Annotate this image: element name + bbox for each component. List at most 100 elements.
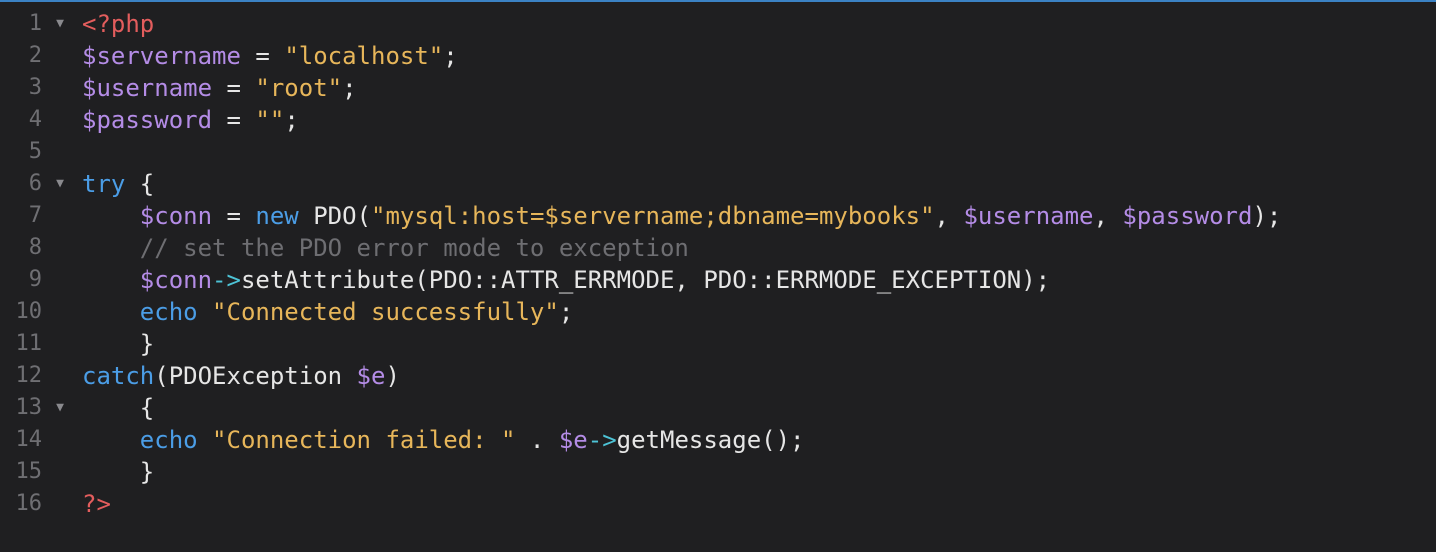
code-token: new	[255, 202, 299, 230]
code-text: $username = "root";	[82, 72, 357, 104]
code-token: ,	[934, 202, 964, 230]
line-number: 14	[15, 427, 43, 452]
code-token: (PDOException	[154, 362, 357, 390]
code-token: ?>	[82, 490, 111, 518]
line-number: 3	[28, 75, 42, 100]
fold-triangle-icon[interactable]: ▼	[52, 392, 68, 424]
code-line[interactable]: 14 echo "Connection failed: " . $e->getM…	[0, 424, 1436, 456]
code-token: "Connection failed: "	[212, 426, 516, 454]
code-token: setAttribute(PDO::ATTR_ERRMODE, PDO::ERR…	[240, 266, 1051, 294]
code-line[interactable]: 3 $username = "root";	[0, 72, 1436, 104]
code-line[interactable]: 11 }	[0, 328, 1436, 360]
code-line[interactable]: 7 $conn = new PDO("mysql:host=$servernam…	[0, 200, 1436, 232]
code-token: ;	[342, 74, 357, 102]
line-number: 15	[15, 459, 43, 484]
code-token: "root"	[255, 74, 343, 102]
code-token: $e	[356, 362, 386, 390]
code-token: ->	[212, 266, 241, 294]
fold-triangle-icon[interactable]: ▼	[52, 8, 68, 40]
code-token: $servername	[82, 42, 241, 70]
line-number: 7	[28, 203, 42, 228]
code-token: <?php	[82, 10, 155, 38]
code-token: =	[212, 74, 256, 102]
code-token: "mysql:host=$servername;dbname=mybooks"	[371, 202, 935, 230]
code-line[interactable]: 1 ▼ <?php	[0, 8, 1436, 40]
code-line[interactable]: 9 $conn->setAttribute(PDO::ATTR_ERRMODE,…	[0, 264, 1436, 296]
line-number: 10	[15, 299, 43, 324]
code-text: echo "Connection failed: " . $e->getMess…	[82, 424, 805, 456]
code-line[interactable]: 8 // set the PDO error mode to exception	[0, 232, 1436, 264]
code-line[interactable]: 6 ▼ try {	[0, 168, 1436, 200]
code-token: $e	[558, 426, 588, 454]
code-token: $username	[963, 202, 1094, 230]
code-token: $conn	[139, 266, 213, 294]
code-line[interactable]: 10 echo "Connected successfully";	[0, 296, 1436, 328]
code-line[interactable]: 13 ▼ {	[0, 392, 1436, 424]
code-text: <?php	[82, 8, 154, 40]
line-number: 16	[15, 491, 43, 516]
code-token: echo	[139, 426, 198, 454]
code-line[interactable]: 2 $servername = "localhost";	[0, 40, 1436, 72]
code-text: echo "Connected successfully";	[82, 296, 573, 328]
line-number: 13	[15, 395, 43, 420]
code-token: ;	[558, 298, 574, 326]
code-text: $servername = "localhost";	[82, 40, 458, 72]
code-token: ,	[1093, 202, 1123, 230]
code-token: ->	[587, 426, 617, 454]
line-number: 2	[28, 43, 42, 68]
code-token: )	[385, 362, 400, 390]
code-editor[interactable]: 1 ▼ <?php 2 $servername = "localhost"; 3 $user…	[0, 0, 1436, 552]
code-token: PDO(	[298, 202, 372, 230]
code-text: $conn->setAttribute(PDO::ATTR_ERRMODE, P…	[82, 264, 1050, 296]
code-token: getMessage();	[616, 426, 805, 454]
code-token: $username	[82, 74, 213, 102]
code-token: $conn	[139, 202, 213, 230]
code-line[interactable]: 16 ?>	[0, 488, 1436, 520]
code-token: );	[1252, 202, 1282, 230]
code-text: catch(PDOException $e)	[82, 360, 400, 392]
code-text: // set the PDO error mode to exception	[82, 232, 689, 264]
code-token: =	[212, 106, 256, 134]
line-number: 6	[28, 171, 42, 196]
code-token: .	[515, 426, 559, 454]
code-line[interactable]: 15 }	[0, 456, 1436, 488]
code-token: "Connected successfully"	[212, 298, 559, 326]
fold-triangle-icon[interactable]: ▼	[52, 168, 68, 200]
code-token: "localhost"	[284, 42, 444, 70]
line-number: 1	[28, 11, 42, 36]
code-lines[interactable]: 1 ▼ <?php 2 $servername = "localhost"; 3 $user…	[0, 8, 1436, 520]
code-text: $conn = new PDO("mysql:host=$servername;…	[82, 200, 1282, 232]
code-line[interactable]: 4 $password = "";	[0, 104, 1436, 136]
line-number: 9	[28, 267, 42, 292]
code-text: }	[82, 328, 154, 360]
line-number: 5	[28, 139, 42, 164]
line-number: 11	[15, 331, 43, 356]
code-token: // set the PDO error mode to exception	[139, 234, 689, 262]
code-text: }	[82, 456, 154, 488]
code-text: ?>	[82, 488, 111, 520]
code-token: $password	[1122, 202, 1253, 230]
code-token: ""	[255, 106, 285, 134]
code-token: echo	[139, 298, 198, 326]
code-text: try {	[82, 168, 154, 200]
code-text: $password = "";	[82, 104, 299, 136]
code-token: {	[82, 394, 155, 422]
code-token: $password	[82, 106, 213, 134]
code-line[interactable]: 12 catch(PDOException $e)	[0, 360, 1436, 392]
code-token: catch	[82, 362, 155, 390]
line-number: 8	[28, 235, 42, 260]
line-number: 4	[28, 107, 42, 132]
code-text: {	[82, 392, 154, 424]
code-line[interactable]: 5	[0, 136, 1436, 168]
code-token: =	[212, 202, 256, 230]
line-number: 12	[15, 363, 43, 388]
code-token: {	[125, 170, 155, 198]
code-token: try	[82, 170, 126, 198]
code-token: ;	[284, 106, 299, 134]
